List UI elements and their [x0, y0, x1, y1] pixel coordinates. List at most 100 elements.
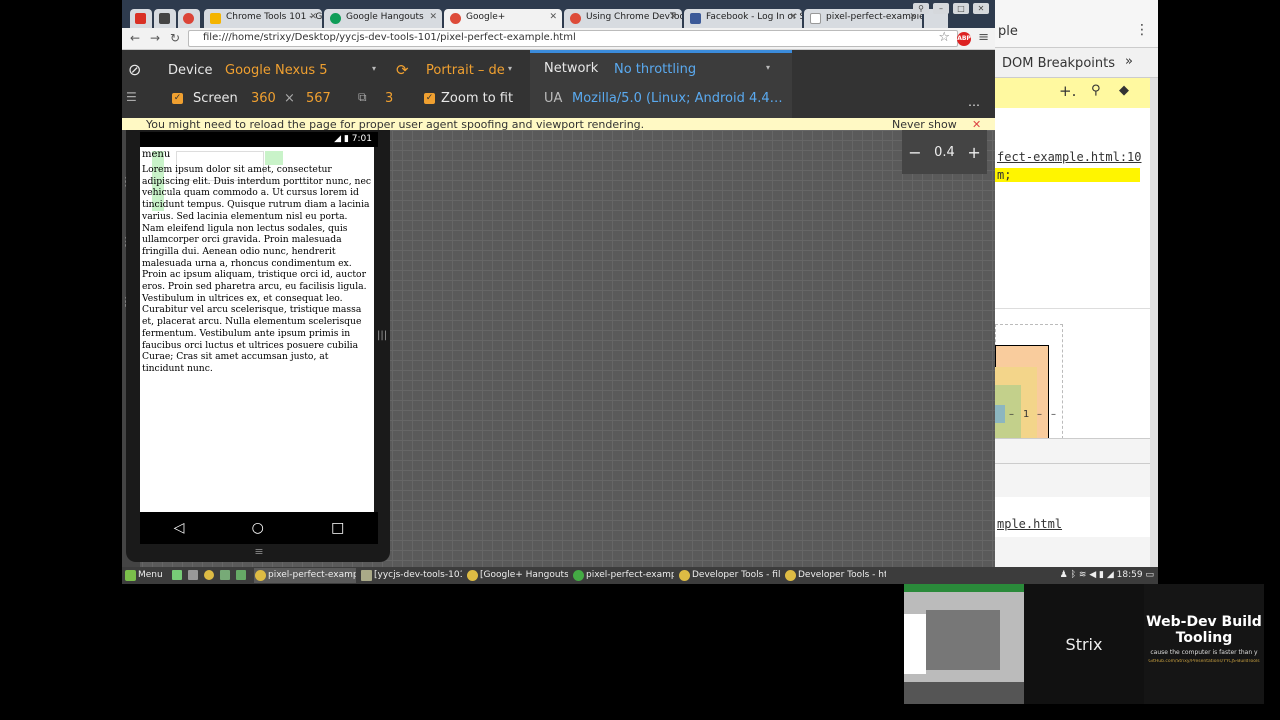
devtools-panel: ple ⋮ DOM Breakpoints » +. ⚲ ◆ fect-exam… [995, 0, 1158, 567]
times-sign: × [284, 91, 295, 106]
taskbar-item[interactable]: [yycjs-dev-tools-101 [360, 568, 462, 583]
tab-pinned-2[interactable] [154, 9, 176, 28]
user-icon[interactable]: ⚲ [913, 3, 929, 14]
taskbar-item[interactable]: [Google+ Hangouts i... [466, 568, 568, 583]
screen-width-input[interactable]: 360 [251, 91, 276, 106]
chrome-launcher-icon[interactable] [204, 570, 214, 580]
tab-strip: Chrome Tools 101 - Go ✕ Google Hangouts ✕ … [122, 0, 995, 28]
tab-chrome-tools[interactable]: Chrome Tools 101 - Go ✕ [204, 9, 322, 28]
maximize-icon[interactable]: □ [953, 3, 969, 14]
never-show-link[interactable]: Never show [892, 118, 957, 130]
tab-pinned-3[interactable] [178, 9, 200, 28]
volume-tray-icon[interactable]: ◀ [1089, 570, 1099, 580]
window-controls: ⚲ – □ ✕ [913, 3, 989, 15]
close-icon[interactable]: ✕ [972, 118, 981, 130]
zoom-control: − 0.4 + [902, 130, 987, 174]
tab-label: Google Hangouts [346, 12, 424, 22]
workspace-tray-icon[interactable]: ▭ [1145, 570, 1154, 580]
start-menu-button[interactable]: Menu [124, 568, 168, 583]
resize-handle-bottom[interactable]: ≡ [140, 545, 378, 559]
signal-tray-icon[interactable]: ◢ [1107, 570, 1117, 580]
disable-emulation-icon[interactable]: ⊘ [128, 60, 141, 79]
terminal-launcher-icon[interactable] [188, 570, 198, 580]
more-tabs-icon[interactable]: » [1125, 54, 1133, 69]
reload-icon[interactable]: ↻ [170, 31, 180, 45]
network-tray-icon[interactable]: ≋ [1079, 570, 1089, 580]
back-icon[interactable]: ← [130, 31, 140, 45]
close-icon[interactable]: ✕ [429, 12, 437, 22]
orientation-select[interactable]: Portrait – de [426, 63, 505, 78]
devtools-sidebar-tabs: DOM Breakpoints » [995, 48, 1158, 78]
taskbar-item[interactable]: pixel-perfect-exampl... [254, 568, 356, 583]
close-window-icon[interactable]: ✕ [973, 3, 989, 14]
close-icon[interactable]: ✕ [669, 12, 677, 22]
tab-facebook[interactable]: Facebook - Log In or Si ✕ [684, 9, 802, 28]
zoom-in-button[interactable]: + [967, 143, 980, 162]
toggle-state-icon[interactable]: ◆ [1119, 83, 1129, 98]
emulated-viewport: 250 500 750 1000 1250 1500 1750 ◢ ▮ 7:01… [122, 130, 995, 567]
adblock-icon[interactable]: ABP [957, 32, 971, 46]
network-label: Network [544, 61, 599, 76]
devtools-scrollbar[interactable] [1150, 78, 1158, 567]
bluetooth-tray-icon[interactable]: ᛒ [1071, 570, 1079, 580]
zoom-to-fit-checkbox[interactable]: ✓ [424, 93, 435, 104]
zoom-out-button[interactable]: − [908, 143, 921, 162]
status-time: 7:01 [351, 134, 372, 144]
taskbar-item[interactable]: pixel-perfect-exampl... [572, 568, 674, 583]
new-style-rule-icon[interactable]: +. [1059, 82, 1076, 100]
files-launcher-icon[interactable] [172, 570, 182, 580]
overlay-highlight [265, 151, 283, 165]
screen-height-input[interactable]: 567 [306, 91, 331, 106]
back-triangle-icon[interactable]: ◁ [174, 520, 185, 536]
taskbar-item[interactable]: Developer Tools - fil... [678, 568, 780, 583]
tab-using-devtools[interactable]: Using Chrome DevTool ✕ [564, 9, 682, 28]
rotate-icon[interactable]: ⟳ [396, 61, 409, 79]
android-status-bar: ◢ ▮ 7:01 [140, 132, 378, 147]
network-throttle-select[interactable]: No throttling [614, 62, 696, 77]
tab-dom-breakpoints[interactable]: DOM Breakpoints [1002, 56, 1115, 71]
presentation-subtitle: cause the computer is faster than y [1150, 649, 1258, 656]
media-queries-icon[interactable]: ☰ [126, 90, 137, 104]
battery-tray-icon[interactable]: ▮ [1099, 570, 1107, 580]
address-bar[interactable]: file:///home/strixy/Desktop/yycjs-dev-to… [188, 30, 958, 47]
devtools-header: ple ⋮ [995, 0, 1158, 48]
source-link[interactable]: fect-example.html:10 [997, 150, 1142, 164]
start-menu-label: Menu [138, 570, 163, 580]
google-plus-icon [450, 13, 461, 24]
more-icon[interactable]: ⋯ [968, 98, 980, 112]
bookmark-star-icon[interactable]: ☆ [938, 30, 950, 45]
hangouts-icon [330, 13, 341, 24]
speaker-name: Strix [1065, 634, 1103, 654]
devtools-menu-icon[interactable]: ⋮ [1135, 22, 1149, 38]
close-icon[interactable]: ✕ [789, 12, 797, 22]
tab-label: Google+ [466, 12, 506, 22]
taskbar-item-label: Developer Tools - ht... [798, 570, 886, 580]
presentation-link: GitHub.com/Strixy/Presentations/YYCJS-Bu… [1148, 659, 1260, 664]
screen-checkbox[interactable]: ✓ [172, 93, 183, 104]
page-menu-link[interactable]: menu [142, 149, 170, 160]
home-circle-icon[interactable]: ○ [252, 520, 264, 536]
device-screen[interactable]: menu Lorem ipsum dolor sit amet, consect… [140, 147, 374, 512]
tab-google-plus[interactable]: Google+ ✕ [444, 9, 562, 28]
source-link[interactable]: mple.html [997, 517, 1062, 531]
clock[interactable]: 18:59 [1117, 570, 1143, 580]
dpr-input[interactable]: 3 [385, 91, 393, 106]
tab-gmail[interactable] [130, 9, 152, 28]
close-icon[interactable]: ✕ [549, 12, 557, 22]
record-icon [183, 13, 194, 24]
recents-square-icon[interactable]: □ [331, 520, 344, 536]
minimize-icon[interactable]: – [933, 3, 949, 14]
device-select[interactable]: Google Nexus 5 [225, 63, 328, 78]
folder-launcher-icon[interactable] [220, 570, 230, 580]
resize-handle-right[interactable]: ||| [377, 330, 387, 341]
pin-icon[interactable]: ⚲ [1091, 83, 1101, 98]
forward-icon[interactable]: → [150, 31, 160, 45]
user-tray-icon[interactable]: ♟ [1060, 570, 1071, 580]
tab-hangouts[interactable]: Google Hangouts ✕ [324, 9, 442, 28]
tab-pixel-perfect[interactable]: pixel-perfect-example.h✕ [804, 9, 922, 28]
chrome-menu-icon[interactable]: ≡ [978, 30, 989, 45]
taskbar-item[interactable]: Developer Tools - ht... [784, 568, 886, 583]
user-agent-input[interactable]: Mozilla/5.0 (Linux; Android 4.4… [572, 91, 783, 106]
app-launcher-icon[interactable] [236, 570, 246, 580]
close-icon[interactable]: ✕ [309, 12, 317, 22]
